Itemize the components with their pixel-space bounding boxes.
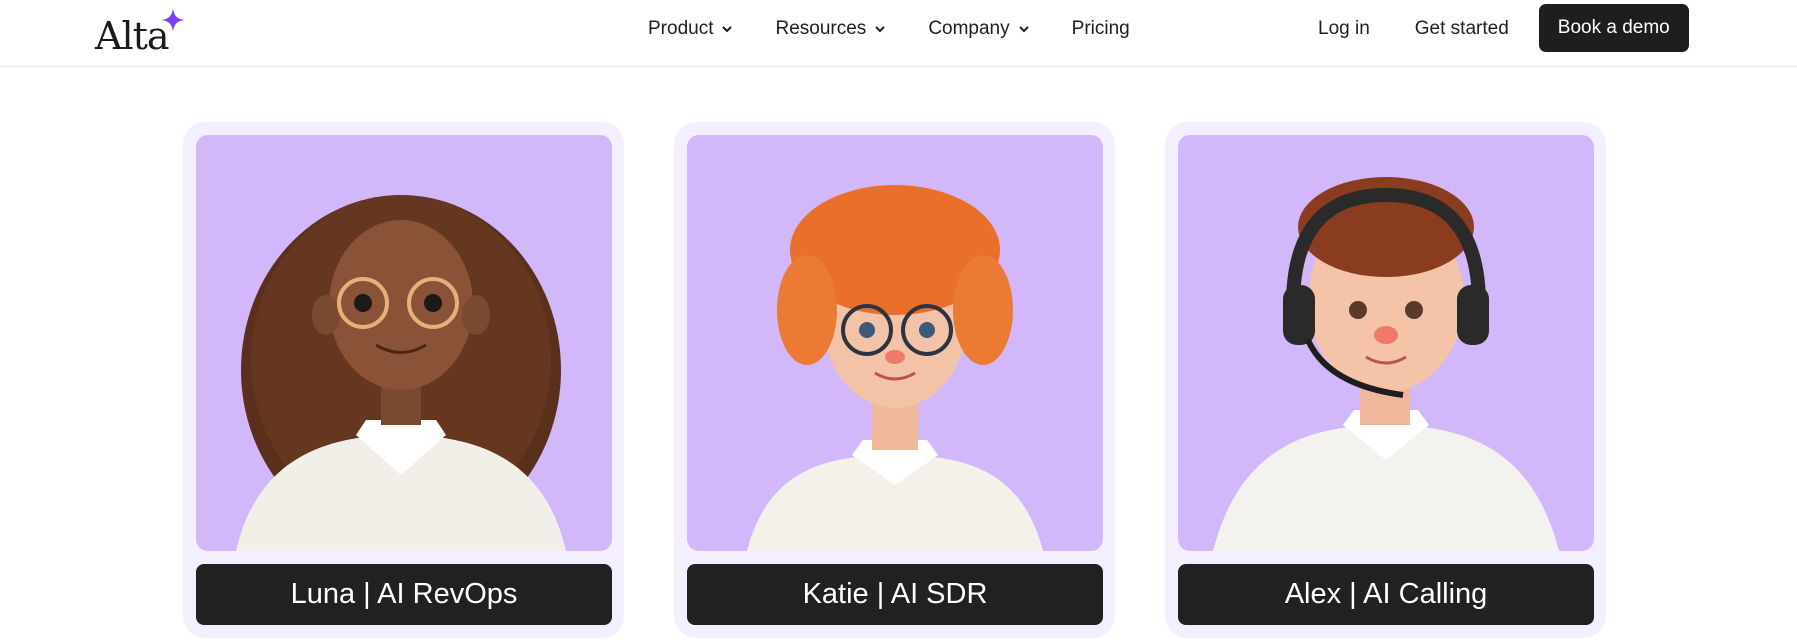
chevron-down-icon (1018, 26, 1029, 33)
agent-name-luna[interactable]: Luna | AI RevOps (196, 564, 612, 625)
nav-company[interactable]: Company (928, 18, 1029, 40)
sparkle-icon (161, 8, 185, 32)
nav-pricing[interactable]: Pricing (1072, 18, 1130, 40)
agent-cards: Luna | AI RevOps Katie | AI SDR Alex | A… (183, 122, 1606, 638)
get-started-link[interactable]: Get started (1415, 18, 1509, 40)
nav-resources[interactable]: Resources (775, 18, 886, 40)
agent-card-luna[interactable]: Luna | AI RevOps (183, 122, 624, 638)
nav-company-label: Company (928, 18, 1010, 39)
agent-card-katie[interactable]: Katie | AI SDR (674, 122, 1115, 638)
agent-name-alex[interactable]: Alex | AI Calling (1178, 564, 1594, 625)
book-demo-button[interactable]: Book a demo (1538, 4, 1689, 52)
avatar-katie-image (687, 135, 1103, 551)
nav-product-label: Product (648, 18, 714, 39)
nav-product[interactable]: Product (648, 18, 733, 40)
avatar-alex-image (1178, 135, 1594, 551)
chevron-down-icon (722, 26, 733, 33)
logo-text: Alta (95, 14, 170, 58)
login-link[interactable]: Log in (1318, 18, 1370, 40)
nav-resources-label: Resources (775, 18, 867, 39)
alta-logo[interactable]: Alta (95, 8, 185, 58)
agent-name-katie[interactable]: Katie | AI SDR (687, 564, 1103, 625)
main-nav: Product Resources Company Pricing (648, 0, 1130, 58)
header-actions: Log in Get started Book a demo (1318, 0, 1689, 58)
nav-pricing-label: Pricing (1071, 18, 1130, 39)
avatar-luna-image (196, 135, 612, 551)
site-header: Alta Product Resources Company Pricing L… (0, 0, 1797, 67)
chevron-down-icon (875, 26, 886, 33)
agent-card-alex[interactable]: Alex | AI Calling (1165, 122, 1606, 638)
